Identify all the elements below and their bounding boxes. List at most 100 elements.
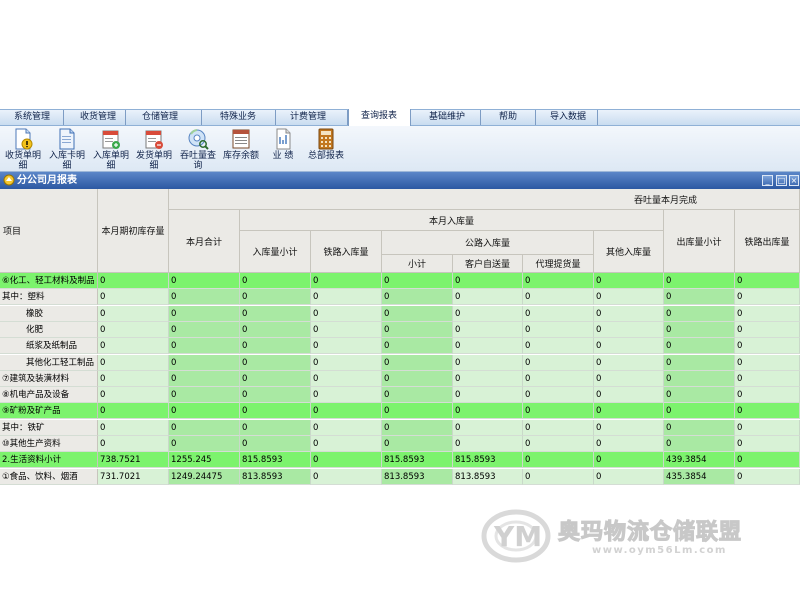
value-cell[interactable]: 1249.24475: [169, 468, 240, 485]
menu-tab-storage[interactable]: 仓储管理: [126, 110, 202, 125]
value-cell[interactable]: 815.8593: [382, 452, 453, 469]
value-cell[interactable]: 0: [735, 273, 800, 289]
value-cell[interactable]: 0: [98, 305, 169, 322]
value-cell[interactable]: 0: [98, 321, 169, 338]
value-cell[interactable]: 439.3854: [664, 452, 735, 469]
table-row[interactable]: ⑦建筑及装潢材料 0 0 0 0 0 0 0 0 0 0: [0, 370, 800, 387]
menu-tab-help[interactable]: 帮助: [481, 110, 536, 125]
value-cell[interactable]: 0: [169, 354, 240, 371]
receipt-detail-button[interactable]: 收货单明 细: [3, 128, 43, 171]
value-cell[interactable]: 0: [735, 289, 800, 306]
value-cell[interactable]: 0: [311, 419, 382, 436]
value-cell[interactable]: 731.7021: [98, 468, 169, 485]
value-cell[interactable]: 0: [169, 321, 240, 338]
table-row[interactable]: 2.生活资料小计 738.7521 1255.245 815.8593 0 815.859…: [0, 452, 800, 469]
value-cell[interactable]: 0: [664, 419, 735, 436]
table-row[interactable]: 其中：塑料 0 0 0 0 0 0 0 0 0 0: [0, 289, 800, 306]
performance-button[interactable]: 业 绩: [263, 128, 303, 170]
value-cell[interactable]: 0: [311, 452, 382, 469]
value-cell[interactable]: 0: [98, 387, 169, 404]
table-row[interactable]: ⑨矿粉及矿产品 0 0 0 0 0 0 0 0 0 0: [0, 403, 800, 420]
value-cell[interactable]: 0: [311, 305, 382, 322]
value-cell[interactable]: 0: [664, 370, 735, 387]
table-row[interactable]: 化肥 0 0 0 0 0 0 0 0 0 0: [0, 321, 800, 338]
value-cell[interactable]: 0: [453, 419, 523, 436]
value-cell[interactable]: 0: [169, 273, 240, 289]
value-cell[interactable]: 0: [311, 436, 382, 452]
table-row[interactable]: ①食品、饮料、烟酒 731.7021 1249.24475 813.8593 0 813.…: [0, 468, 800, 485]
value-cell[interactable]: 0: [169, 370, 240, 387]
value-cell[interactable]: 0: [311, 338, 382, 355]
value-cell[interactable]: 0: [735, 354, 800, 371]
value-cell[interactable]: 0: [594, 419, 664, 436]
value-cell[interactable]: 0: [311, 387, 382, 404]
value-cell[interactable]: 0: [240, 305, 311, 322]
value-cell[interactable]: 0: [98, 354, 169, 371]
value-cell[interactable]: 0: [240, 273, 311, 289]
value-cell[interactable]: 0: [169, 338, 240, 355]
value-cell[interactable]: 0: [735, 452, 800, 469]
value-cell[interactable]: 0: [382, 273, 453, 289]
value-cell[interactable]: 0: [240, 436, 311, 452]
menu-tab-import[interactable]: 导入数据: [536, 110, 598, 125]
menu-tab-reports[interactable]: 查询报表: [348, 109, 411, 126]
shipping-order-detail-button[interactable]: 发货单明 细: [133, 128, 175, 171]
stock-balance-button[interactable]: 库存余额: [220, 128, 262, 170]
value-cell[interactable]: 0: [594, 338, 664, 355]
value-cell[interactable]: 0: [311, 289, 382, 306]
value-cell[interactable]: 0: [735, 338, 800, 355]
value-cell[interactable]: 0: [382, 370, 453, 387]
value-cell[interactable]: 0: [664, 436, 735, 452]
value-cell[interactable]: 0: [594, 289, 664, 306]
report-window-titlebar[interactable]: 分公司月报表 _ □ ×: [0, 172, 800, 189]
value-cell[interactable]: 0: [311, 273, 382, 289]
value-cell[interactable]: 0: [98, 403, 169, 420]
value-cell[interactable]: 0: [594, 403, 664, 420]
value-cell[interactable]: 0: [594, 354, 664, 371]
value-cell[interactable]: 0: [523, 305, 594, 322]
value-cell[interactable]: 813.8593: [240, 468, 311, 485]
value-cell[interactable]: 0: [169, 419, 240, 436]
value-cell[interactable]: 0: [523, 273, 594, 289]
value-cell[interactable]: 0: [311, 321, 382, 338]
value-cell[interactable]: 0: [98, 436, 169, 452]
value-cell[interactable]: 0: [664, 273, 735, 289]
value-cell[interactable]: 0: [735, 387, 800, 404]
value-cell[interactable]: 0: [382, 305, 453, 322]
value-cell[interactable]: 0: [311, 354, 382, 371]
value-cell[interactable]: 0: [382, 338, 453, 355]
value-cell[interactable]: 0: [169, 403, 240, 420]
value-cell[interactable]: 0: [523, 403, 594, 420]
value-cell[interactable]: 0: [382, 289, 453, 306]
value-cell[interactable]: 0: [594, 305, 664, 322]
menu-tab-receiving[interactable]: 收货管理: [64, 110, 126, 125]
value-cell[interactable]: 0: [453, 289, 523, 306]
value-cell[interactable]: 0: [453, 403, 523, 420]
value-cell[interactable]: 0: [169, 305, 240, 322]
value-cell[interactable]: 738.7521: [98, 452, 169, 469]
value-cell[interactable]: 0: [169, 289, 240, 306]
value-cell[interactable]: 813.8593: [453, 468, 523, 485]
value-cell[interactable]: 0: [382, 321, 453, 338]
value-cell[interactable]: 0: [664, 305, 735, 322]
table-row[interactable]: 其他化工轻工制品 0 0 0 0 0 0 0 0 0 0: [0, 354, 800, 371]
menu-tab-system[interactable]: 系统管理: [2, 110, 64, 125]
value-cell[interactable]: 0: [594, 321, 664, 338]
value-cell[interactable]: 0: [735, 305, 800, 322]
value-cell[interactable]: 0: [240, 289, 311, 306]
value-cell[interactable]: 0: [169, 387, 240, 404]
value-cell[interactable]: 0: [240, 403, 311, 420]
value-cell[interactable]: 0: [453, 436, 523, 452]
close-button[interactable]: ×: [789, 175, 799, 186]
value-cell[interactable]: 0: [382, 403, 453, 420]
value-cell[interactable]: 435.3854: [664, 468, 735, 485]
value-cell[interactable]: 0: [594, 370, 664, 387]
table-row[interactable]: 纸浆及纸制品 0 0 0 0 0 0 0 0 0 0: [0, 338, 800, 355]
value-cell[interactable]: 0: [523, 419, 594, 436]
value-cell[interactable]: 0: [664, 289, 735, 306]
value-cell[interactable]: 0: [523, 289, 594, 306]
value-cell[interactable]: 0: [664, 387, 735, 404]
table-row[interactable]: ⑩其他生产资料 0 0 0 0 0 0 0 0 0 0: [0, 436, 800, 452]
value-cell[interactable]: 0: [382, 354, 453, 371]
value-cell[interactable]: 0: [664, 338, 735, 355]
